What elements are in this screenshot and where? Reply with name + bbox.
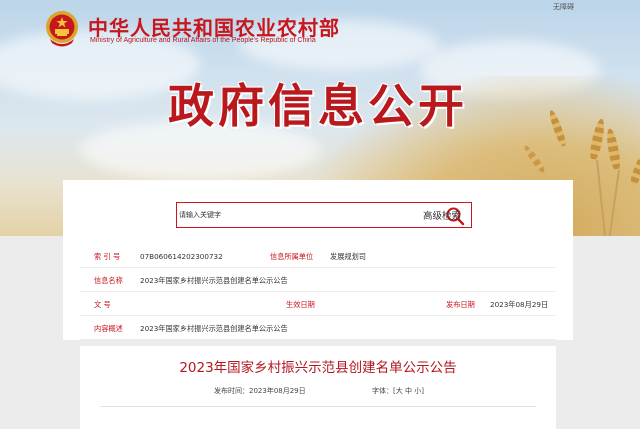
font-size-switcher: 字体：[大 中 小] (372, 386, 424, 396)
advanced-search-link[interactable]: 高级检索 (423, 208, 461, 222)
info-row-summary: 内容概述 2023年国家乡村振兴示范县创建名单公示公告 (80, 316, 556, 340)
document-number-label: 文 号 (94, 300, 111, 309)
site-title-english: Ministry of Agriculture and Rural Affair… (90, 37, 316, 44)
banner-title: 政府信息公开 (168, 79, 468, 133)
summary-value: 2023年国家乡村振兴示范县创建名单公示公告 (140, 324, 288, 333)
national-emblem-icon (46, 11, 78, 47)
info-row-name: 信息名称 2023年国家乡村振兴示范县创建名单公示公告 (80, 268, 556, 292)
info-row-dates: 文 号 生效日期 发布日期 2023年08月29日 (80, 292, 556, 316)
index-number-label: 索 引 号 (94, 252, 121, 261)
search-input[interactable] (177, 203, 427, 227)
article-divider (100, 406, 536, 407)
publish-date-value: 2023年08月29日 (490, 300, 549, 309)
publish-date-label: 发布日期 (446, 300, 475, 309)
article-title: 2023年国家乡村振兴示范县创建名单公示公告 (179, 360, 457, 376)
font-large-button[interactable]: 大 (396, 387, 403, 395)
article-publish-time: 发布时间：2023年08月29日 (214, 386, 306, 396)
summary-label: 内容概述 (94, 324, 123, 333)
info-name-value: 2023年国家乡村振兴示范县创建名单公示公告 (140, 276, 288, 285)
info-name-label: 信息名称 (94, 276, 123, 285)
article-section: 2023年国家乡村振兴示范县创建名单公示公告 发布时间：2023年08月29日 … (80, 346, 556, 429)
font-medium-button[interactable]: 中 (405, 387, 412, 395)
bracket-close: ] (421, 387, 424, 395)
publish-time-label: 发布时间： (214, 387, 249, 395)
department-value: 发展规划司 (330, 252, 366, 261)
department-label: 信息所属单位 (270, 252, 314, 261)
publish-time-value: 2023年08月29日 (249, 387, 306, 395)
document-info-table: 索 引 号 07B060614202300732 信息所属单位 发展规划司 信息… (80, 244, 556, 340)
info-row-index: 索 引 号 07B060614202300732 信息所属单位 发展规划司 (80, 244, 556, 268)
font-size-label: 字体： (372, 387, 393, 395)
accessibility-link[interactable]: 无障碍 (553, 2, 574, 12)
effective-date-label: 生效日期 (286, 300, 315, 309)
index-number-value: 07B060614202300732 (140, 252, 223, 261)
